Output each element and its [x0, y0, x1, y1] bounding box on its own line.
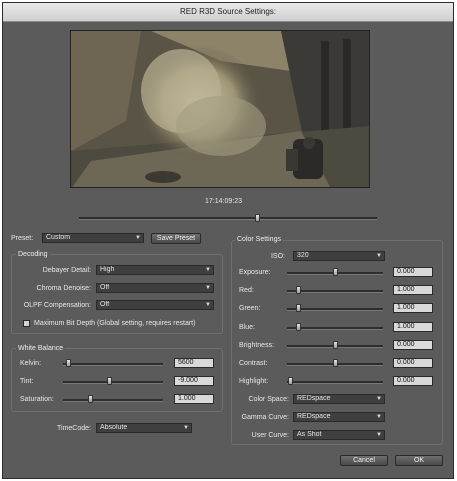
tint-slider-thumb[interactable] [107, 377, 112, 385]
color-slider-track[interactable] [287, 327, 383, 330]
settings-window: RED R3D Source Settings: 17:14:09:23 Pre… [2, 2, 454, 479]
chevron-down-icon: ▼ [376, 414, 382, 420]
preset-value: Custom [46, 234, 71, 241]
chevron-down-icon: ▼ [376, 396, 382, 402]
white-balance-title: White Balance [16, 345, 66, 352]
color-slider-field[interactable]: 0.000 [393, 340, 433, 350]
olpf-dropdown[interactable]: Off ▼ [96, 300, 214, 310]
saturation-label: Saturation: [20, 396, 54, 403]
color-slider-thumb[interactable] [333, 341, 338, 349]
chroma-value: Off [100, 284, 110, 291]
chevron-down-icon: ▼ [135, 235, 141, 241]
color-slider-track[interactable] [287, 381, 383, 384]
preset-label: Preset: [11, 235, 34, 242]
max-bit-depth-checkbox[interactable] [23, 320, 30, 327]
user-curve-value: As Shot [297, 431, 322, 438]
color-space-dropdown[interactable]: REDspace ▼ [293, 394, 385, 404]
debayer-label: Debayer Detail: [42, 267, 91, 274]
scrub-thumb[interactable] [255, 214, 260, 222]
timecode-dropdown[interactable]: Absolute ▼ [96, 423, 192, 433]
tint-label: Tint: [20, 378, 34, 385]
chevron-down-icon: ▼ [376, 432, 382, 438]
decoding-title: Decoding [16, 251, 50, 258]
color-slider-field[interactable]: 1.000 [393, 303, 433, 313]
saturation-field[interactable]: 1.000 [174, 394, 214, 404]
kelvin-label: Kelvin: [20, 360, 42, 367]
debayer-value: High [100, 266, 115, 273]
tint-slider[interactable] [63, 381, 163, 384]
iso-dropdown[interactable]: 320 ▼ [293, 251, 385, 261]
kelvin-field[interactable]: 5600 [174, 358, 214, 368]
max-bit-depth-label: Maximum Bit Depth (Global setting, requi… [34, 320, 196, 327]
olpf-label: OLPF Compensation: [23, 302, 91, 309]
color-slider-track[interactable] [287, 290, 383, 293]
color-slider-label: Exposure: [239, 269, 271, 276]
color-space-value: REDspace [297, 395, 331, 402]
debayer-dropdown[interactable]: High ▼ [96, 265, 214, 275]
color-slider-label: Blue: [239, 324, 255, 331]
color-space-label: Color Space: [248, 396, 289, 403]
window-title: RED R3D Source Settings: [3, 3, 453, 22]
chevron-down-icon: ▼ [205, 267, 211, 273]
color-slider-track[interactable] [287, 308, 383, 311]
video-preview [70, 30, 370, 188]
color-slider-thumb[interactable] [333, 268, 338, 276]
saturation-slider-thumb[interactable] [88, 395, 93, 403]
scrub-track[interactable] [79, 217, 377, 220]
saturation-slider[interactable] [63, 399, 163, 402]
chroma-label: Chroma Denoise: [36, 285, 91, 292]
color-slider-label: Brightness: [239, 342, 275, 349]
user-curve-label: User Curve: [251, 432, 289, 439]
preset-dropdown[interactable]: Custom ▼ [42, 233, 144, 243]
ok-button[interactable]: OK [395, 455, 443, 466]
olpf-value: Off [100, 301, 110, 308]
color-slider-field[interactable]: 0.000 [393, 358, 433, 368]
gamma-curve-value: REDspace [297, 413, 331, 420]
chevron-down-icon: ▼ [376, 253, 382, 259]
chroma-dropdown[interactable]: Off ▼ [96, 283, 214, 293]
color-slider-label: Green: [239, 305, 261, 312]
save-preset-button[interactable]: Save Preset [151, 233, 201, 244]
color-slider-label: Contrast: [239, 360, 268, 367]
gamma-curve-dropdown[interactable]: REDspace ▼ [293, 412, 385, 422]
color-slider-thumb[interactable] [296, 304, 301, 312]
gamma-curve-label: Gamma Curve: [241, 414, 289, 421]
timecode-label: TimeCode: [57, 425, 91, 432]
iso-value: 320 [297, 252, 309, 259]
user-curve-dropdown[interactable]: As Shot ▼ [293, 430, 385, 440]
timecode-value: Absolute [100, 424, 128, 431]
color-settings-title: Color Settings [235, 236, 283, 243]
color-slider-field[interactable]: 1.000 [393, 322, 433, 332]
iso-label: ISO: [270, 253, 285, 260]
color-slider-label: Highlight: [239, 378, 269, 385]
color-slider-thumb[interactable] [296, 323, 301, 331]
chevron-down-icon: ▼ [205, 302, 211, 308]
timecode-display: 17:14:09:23 [205, 198, 242, 205]
color-slider-field[interactable]: 0.000 [393, 267, 433, 277]
kelvin-slider-thumb[interactable] [66, 359, 71, 367]
color-slider-thumb[interactable] [296, 286, 301, 294]
chevron-down-icon: ▼ [205, 285, 211, 291]
color-slider-label: Red: [239, 287, 254, 294]
color-slider-thumb[interactable] [333, 359, 338, 367]
tint-field[interactable]: -9.000 [174, 376, 214, 386]
color-slider-thumb[interactable] [288, 377, 293, 385]
kelvin-slider[interactable] [63, 363, 163, 366]
color-slider-field[interactable]: 1.000 [393, 285, 433, 295]
video-frame-image [71, 31, 369, 187]
chevron-down-icon: ▼ [183, 425, 189, 431]
cancel-button[interactable]: Cancel [340, 455, 388, 466]
color-slider-field[interactable]: 0.000 [393, 376, 433, 386]
